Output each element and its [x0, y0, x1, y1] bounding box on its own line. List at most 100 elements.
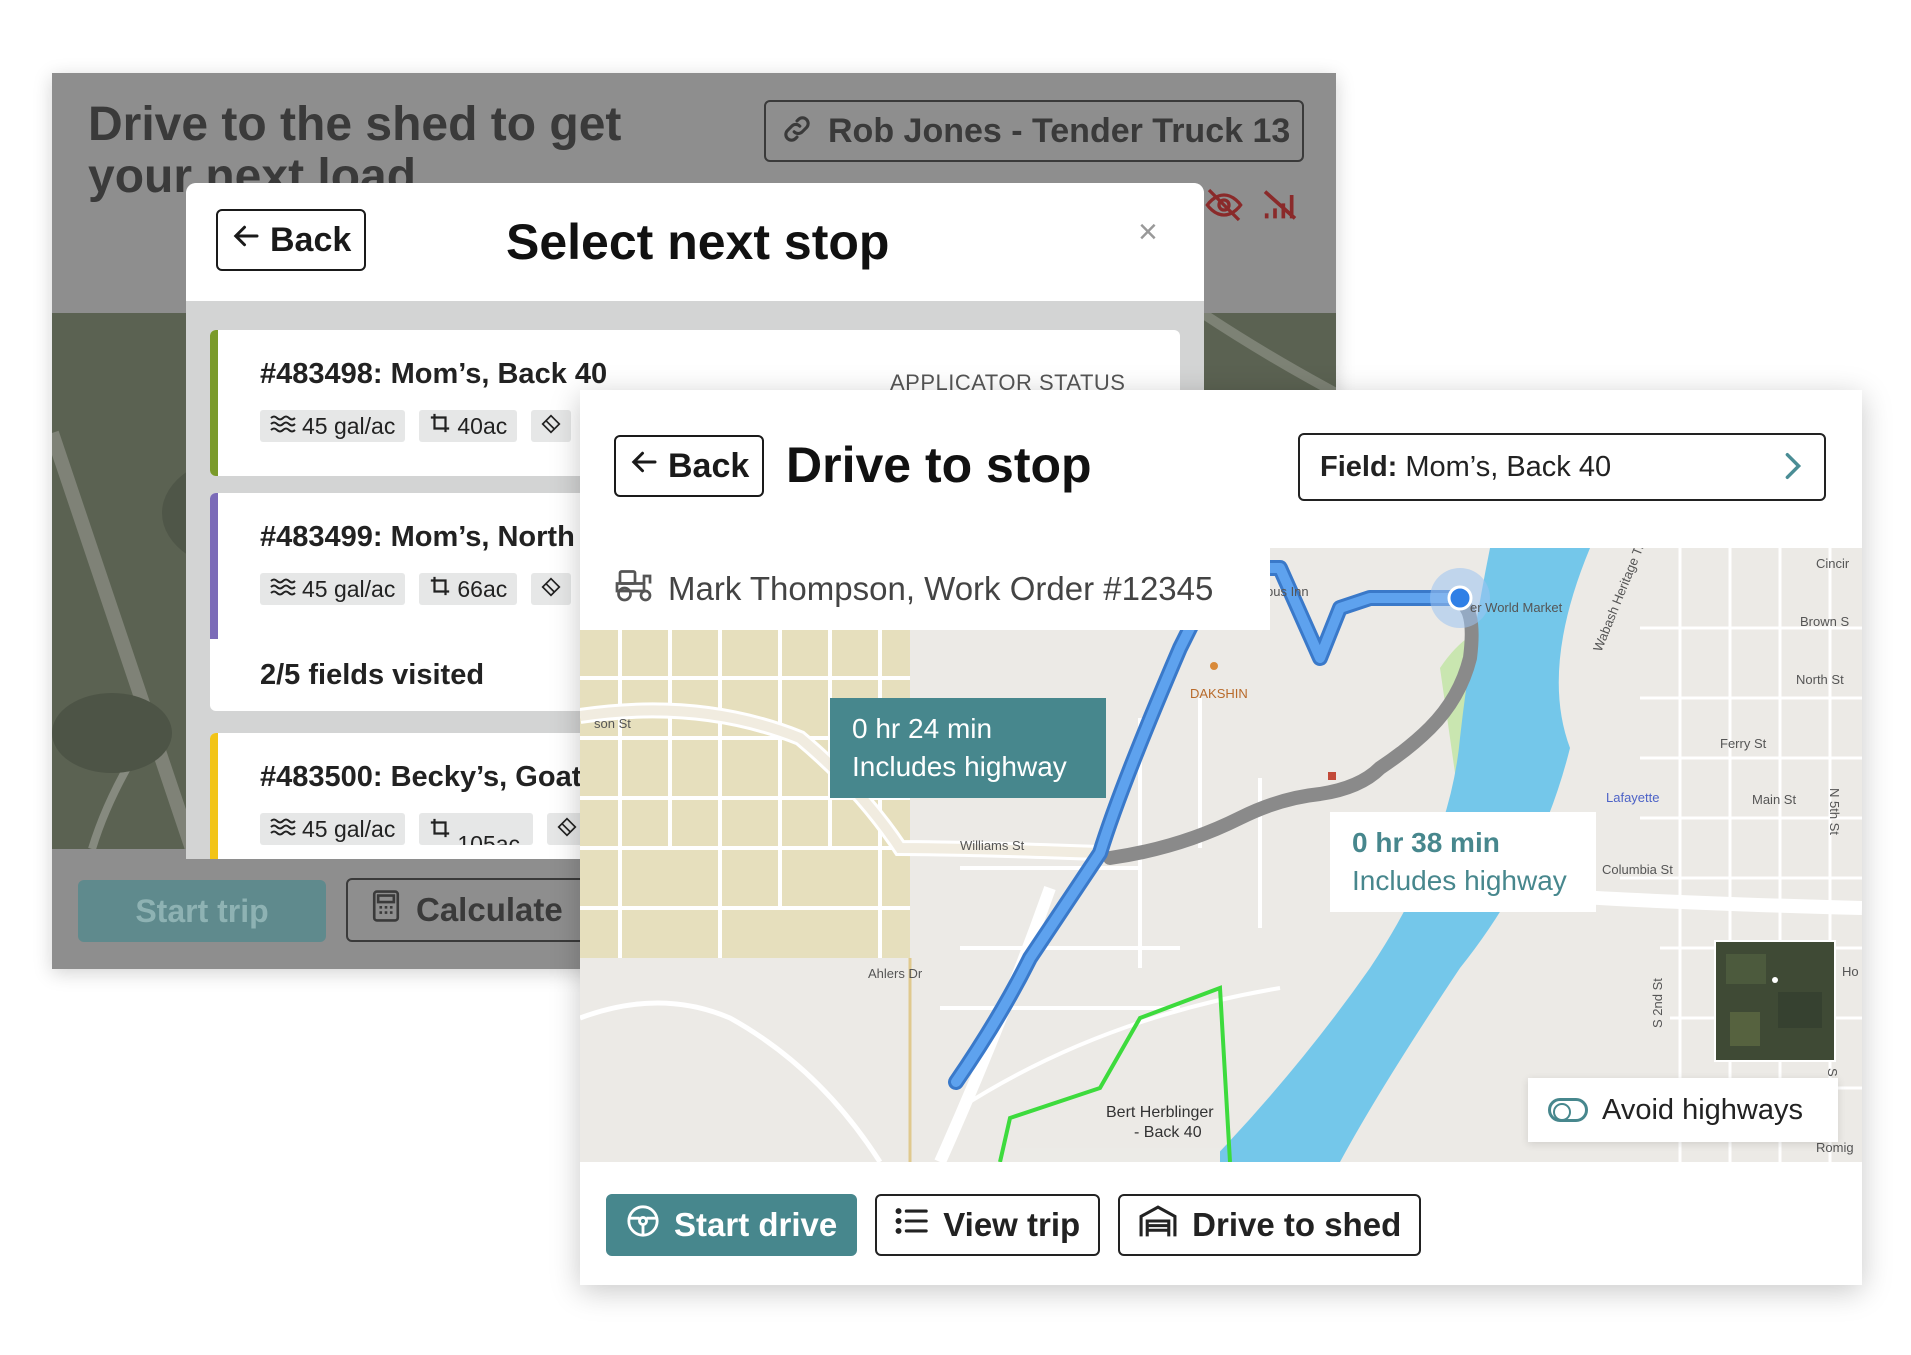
route-eta-primary[interactable]: 0 hr 24 min Includes highway — [830, 698, 1106, 798]
avoid-highways-toggle[interactable]: Avoid highways — [1528, 1078, 1838, 1142]
list-icon — [895, 1206, 929, 1244]
avoid-highways-label: Avoid highways — [1602, 1093, 1803, 1126]
no-signal-icon — [1260, 185, 1300, 230]
map-label: S 2nd St — [1650, 978, 1665, 1028]
crop-icon — [429, 575, 451, 603]
fields-visited-text: 2/5 fields visited — [260, 659, 485, 691]
chevron-right-icon — [1782, 449, 1804, 491]
operator-badge[interactable]: Rob Jones - Tender Truck 13 — [764, 100, 1304, 162]
area-chip: 105ac — [419, 813, 534, 845]
stop-chips: 45 gal/ac 105ac — [260, 813, 588, 845]
rate-value: 45 gal/ac — [302, 815, 396, 842]
stop-accent-bar — [210, 493, 218, 639]
route-map-canvas — [580, 548, 1862, 1162]
stop-chips: 45 gal/ac 66ac — [260, 573, 572, 605]
tractor-icon — [614, 567, 656, 611]
app-stage: Drive to the shed to get your next load … — [0, 0, 1911, 1355]
drive-back-label: Back — [668, 446, 750, 485]
waves-icon — [270, 816, 296, 843]
map-label: Romig — [1816, 1140, 1854, 1155]
map-label: N 5th St — [1827, 788, 1842, 835]
view-trip-label: View trip — [943, 1206, 1081, 1243]
drive-to-stop-panel: Back Drive to stop Field: Mom’s, Back 40 — [580, 390, 1862, 1285]
modal-header: Back Select next stop × — [186, 183, 1204, 301]
operator-text: Mark Thompson, Work Order #12345 — [668, 570, 1214, 607]
map-label: Williams St — [960, 838, 1025, 853]
field-selector[interactable]: Field: Mom’s, Back 40 — [1298, 433, 1826, 501]
map-label: pus Inn — [1266, 584, 1309, 599]
route-note: Includes highway — [1352, 865, 1567, 896]
operator-badge-label: Rob Jones - Tender Truck 13 — [828, 111, 1291, 150]
field-value: Mom’s, Back 40 — [1405, 450, 1612, 483]
satellite-layer-toggle[interactable] — [1714, 940, 1836, 1062]
rate-chip: 45 gal/ac — [260, 813, 406, 845]
diamond-icon — [557, 816, 577, 843]
calculator-icon — [370, 889, 402, 931]
close-icon[interactable]: × — [1138, 213, 1158, 252]
waves-icon — [270, 576, 296, 603]
stop-accent-bar — [210, 733, 218, 859]
area-value: 66ac — [457, 575, 508, 602]
modal-back-button[interactable]: Back — [216, 209, 366, 271]
map-label: Lafayette — [1606, 790, 1660, 805]
view-trip-button[interactable]: View trip — [875, 1194, 1101, 1256]
satellite-thumbnail — [1716, 942, 1834, 1060]
rate-value: 45 gal/ac — [302, 575, 396, 602]
route-note: Includes highway — [852, 751, 1067, 782]
steering-wheel-icon — [626, 1204, 660, 1246]
diamond-icon — [541, 576, 561, 603]
map-label: Main St — [1752, 792, 1797, 807]
arrow-left-icon — [232, 221, 262, 260]
calculate-label: Calculate — [416, 891, 563, 928]
modal-title: Select next stop — [506, 214, 890, 270]
toggle-switch[interactable] — [1548, 1098, 1588, 1122]
map-label: - Back 40 — [1134, 1124, 1202, 1141]
rate-chip: 45 gal/ac — [260, 573, 406, 605]
area-chip: 40ac — [419, 410, 518, 442]
stop-title: #483500: Becky’s, Goat — [260, 761, 582, 793]
route-eta-alternate[interactable]: 0 hr 38 min Includes highway — [1330, 812, 1596, 912]
drive-title: Drive to stop — [786, 437, 1092, 493]
stop-chips: 45 gal/ac 40ac — [260, 410, 572, 442]
map-label: North St — [1796, 672, 1844, 687]
crop-icon — [429, 817, 451, 845]
rate-chip: 45 gal/ac — [260, 410, 406, 442]
arrow-left-icon — [630, 447, 660, 486]
map-label: Ho — [1842, 964, 1859, 979]
map-label: Ferry St — [1720, 736, 1767, 751]
map-label: er World Market — [1470, 600, 1563, 615]
route-time: 0 hr 24 min — [852, 713, 993, 744]
gps-off-icon — [1204, 185, 1244, 230]
drive-to-shed-label: Drive to shed — [1192, 1206, 1402, 1243]
map-label: Brown S — [1800, 614, 1850, 629]
route-map[interactable]: son St Williams St Ahlers Dr DAKSHIN er … — [580, 548, 1862, 1162]
action-row: Start drive View trip Drive to shed — [606, 1194, 1422, 1256]
stop-title: #483499: Mom’s, North — [260, 521, 575, 553]
modal-back-label: Back — [270, 220, 352, 259]
area-value: 40ac — [457, 412, 508, 439]
drive-to-shed-button[interactable]: Drive to shed — [1118, 1194, 1422, 1256]
field-label: Field: — [1320, 450, 1398, 483]
garage-icon — [1138, 1204, 1178, 1246]
link-icon — [780, 112, 814, 151]
product-chip — [531, 410, 572, 442]
start-drive-button[interactable]: Start drive — [606, 1194, 858, 1256]
stop-accent-bar — [210, 330, 218, 476]
rate-value: 45 gal/ac — [302, 412, 396, 439]
map-label: Ahlers Dr — [868, 966, 923, 981]
area-chip: 66ac — [419, 573, 518, 605]
map-label: Cincir — [1816, 556, 1850, 571]
crop-icon — [429, 412, 451, 440]
map-label: DAKSHIN — [1190, 686, 1248, 701]
product-chip — [531, 573, 572, 605]
operator-bar: Mark Thompson, Work Order #12345 — [580, 548, 1270, 630]
area-value: 105ac — [457, 831, 521, 845]
start-drive-label: Start drive — [674, 1206, 838, 1243]
waves-icon — [270, 413, 296, 440]
diamond-icon — [541, 413, 561, 440]
stop-title: #483498: Mom’s, Back 40 — [260, 358, 608, 390]
start-trip-button[interactable]: Start trip — [78, 880, 326, 942]
map-label: Columbia St — [1602, 862, 1673, 877]
drive-back-button[interactable]: Back — [614, 435, 764, 497]
route-time: 0 hr 38 min — [1352, 827, 1500, 858]
